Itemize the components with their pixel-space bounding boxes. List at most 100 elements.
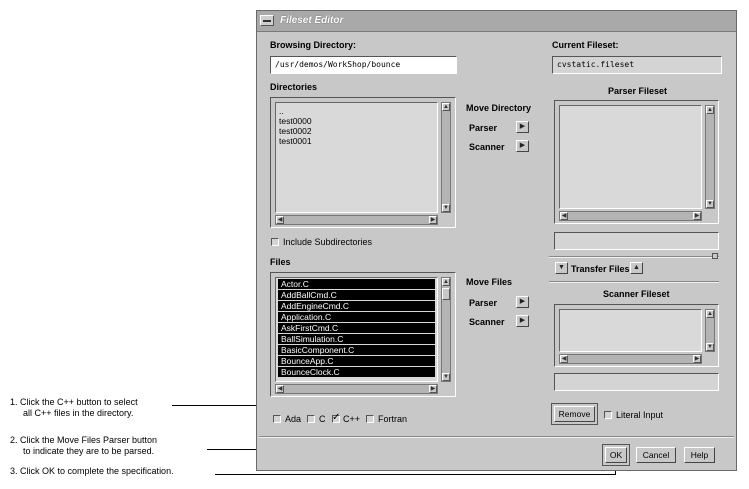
- transfer-up-button[interactable]: ▲: [630, 262, 643, 274]
- current-fileset-field[interactable]: cvstatic.fileset: [552, 56, 722, 74]
- scroll-right-icon[interactable]: ▶: [693, 355, 701, 363]
- cancel-button[interactable]: Cancel: [636, 447, 676, 463]
- scroll-down-icon[interactable]: ▼: [706, 343, 714, 351]
- parser-fileset-list[interactable]: ▲ ▼ ◀ ▶: [554, 100, 719, 224]
- arrow-right-icon: ▶: [519, 298, 526, 305]
- include-subdirectories-checkbox[interactable]: [271, 238, 279, 246]
- move-directory-scanner-button[interactable]: ▶: [516, 140, 529, 152]
- parser-fileset-vscroll[interactable]: ▲ ▼: [705, 105, 715, 209]
- current-fileset-label: Current Fileset:: [552, 40, 619, 50]
- fortran-label: Fortran: [378, 414, 408, 424]
- callout-1-line-2: all C++ files in the directory.: [23, 408, 134, 418]
- move-directory-parser-button[interactable]: ▶: [516, 121, 529, 133]
- window-title: Fileset Editor: [280, 15, 344, 26]
- fileset-editor-window: Fileset Editor Browsing Directory: /usr/…: [256, 10, 737, 471]
- scroll-up-icon[interactable]: ▲: [442, 278, 450, 286]
- arrow-down-icon: ▼: [558, 264, 565, 271]
- scroll-down-icon[interactable]: ▼: [442, 373, 450, 381]
- scanner-fileset-list[interactable]: ▲ ▼ ◀ ▶: [554, 304, 719, 367]
- callout-2-line-1: 2. Click the Move Files Parser button: [10, 435, 158, 445]
- file-item[interactable]: AddBallCmd.C: [278, 290, 435, 300]
- file-item[interactable]: Actor.C: [278, 279, 435, 289]
- cpp-checkbox[interactable]: [332, 412, 340, 423]
- literal-input-checkbox[interactable]: [604, 411, 612, 419]
- directories-list[interactable]: .. test0000 test0002 test0001 ▲ ▼ ◀ ▶: [270, 97, 456, 228]
- callout-2: 2. Click the Move Files Parser button to…: [10, 435, 157, 457]
- transfer-down-button[interactable]: ▼: [555, 262, 568, 274]
- directories-label: Directories: [270, 82, 318, 92]
- help-button[interactable]: Help: [684, 447, 715, 463]
- move-directory-scanner-label: Scanner: [469, 142, 505, 152]
- ok-button[interactable]: OK: [605, 447, 627, 463]
- include-subdirectories-label: Include Subdirectories: [283, 237, 373, 247]
- literal-input-label: Literal Input: [616, 410, 664, 420]
- browsing-directory-field[interactable]: /usr/demos/WorkShop/bounce: [270, 56, 457, 74]
- sash-handle-icon[interactable]: [712, 253, 718, 259]
- files-hscroll[interactable]: ◀ ▶: [275, 384, 438, 394]
- pane-sash[interactable]: [549, 256, 719, 258]
- c-label: C: [319, 414, 326, 424]
- move-directory-label: Move Directory: [466, 103, 532, 113]
- parser-fileset-hscroll[interactable]: ◀ ▶: [559, 211, 702, 221]
- files-scroll-thumb[interactable]: [442, 288, 450, 300]
- browsing-directory-label: Browsing Directory:: [270, 40, 357, 50]
- files-list[interactable]: Actor.C AddBallCmd.C AddEngineCmd.C Appl…: [270, 272, 456, 397]
- callout-3-line-1: 3. Click OK to complete the specificatio…: [10, 466, 174, 476]
- scroll-left-icon[interactable]: ◀: [276, 385, 284, 393]
- scroll-down-icon[interactable]: ▼: [706, 200, 714, 208]
- move-files-parser-label: Parser: [469, 298, 498, 308]
- files-label: Files: [270, 257, 291, 267]
- directory-item[interactable]: test0002: [276, 126, 437, 136]
- ada-label: Ada: [285, 414, 302, 424]
- scroll-up-icon[interactable]: ▲: [706, 310, 714, 318]
- file-item[interactable]: BallSimulation.C: [278, 334, 435, 344]
- scroll-right-icon[interactable]: ▶: [429, 216, 437, 224]
- scanner-fileset-list-area: [559, 309, 702, 352]
- scroll-right-icon[interactable]: ▶: [693, 212, 701, 220]
- scroll-left-icon[interactable]: ◀: [560, 212, 568, 220]
- directory-item[interactable]: test0000: [276, 116, 437, 126]
- scanner-fileset-label: Scanner Fileset: [603, 289, 670, 299]
- scroll-down-icon[interactable]: ▼: [442, 204, 450, 212]
- leader-line-3: [215, 474, 616, 475]
- scroll-left-icon[interactable]: ◀: [560, 355, 568, 363]
- file-item[interactable]: AskFirstCmd.C: [278, 323, 435, 333]
- window-menu-icon[interactable]: [260, 15, 274, 26]
- scroll-up-icon[interactable]: ▲: [706, 106, 714, 114]
- scanner-fileset-vscroll[interactable]: ▲ ▼: [705, 309, 715, 352]
- arrow-up-icon: ▲: [633, 264, 640, 271]
- file-item[interactable]: AddEngineCmd.C: [278, 301, 435, 311]
- callout-2-line-2: to indicate they are to be parsed.: [23, 446, 155, 456]
- file-item[interactable]: Application.C: [278, 312, 435, 322]
- transfer-separator: [549, 281, 719, 283]
- title-bar[interactable]: Fileset Editor: [257, 11, 736, 32]
- remove-button[interactable]: Remove: [554, 406, 595, 422]
- scroll-left-icon[interactable]: ◀: [276, 216, 284, 224]
- arrow-right-icon: ▶: [519, 142, 526, 149]
- scroll-up-icon[interactable]: ▲: [442, 103, 450, 111]
- parser-fileset-label: Parser Fileset: [608, 86, 668, 96]
- files-vscroll[interactable]: ▲ ▼: [441, 277, 451, 382]
- scanner-fileset-hscroll[interactable]: ◀ ▶: [559, 354, 702, 364]
- directory-item[interactable]: ..: [276, 106, 437, 116]
- file-item[interactable]: BounceClock.C: [278, 367, 435, 377]
- directories-hscroll[interactable]: ◀ ▶: [275, 215, 438, 225]
- move-directory-parser-label: Parser: [469, 123, 498, 133]
- ada-checkbox[interactable]: [273, 415, 281, 423]
- file-item[interactable]: BasicComponent.C: [278, 345, 435, 355]
- scroll-right-icon[interactable]: ▶: [429, 385, 437, 393]
- callout-3: 3. Click OK to complete the specificatio…: [10, 466, 174, 477]
- c-checkbox[interactable]: [307, 415, 315, 423]
- file-item[interactable]: BounceApp.C: [278, 356, 435, 366]
- callout-1: 1. Click the C++ button to select all C+…: [10, 397, 138, 419]
- move-files-scanner-button[interactable]: ▶: [516, 315, 529, 327]
- transfer-files-label: Transfer Files: [571, 264, 630, 274]
- move-files-parser-button[interactable]: ▶: [516, 296, 529, 308]
- scanner-fileset-input[interactable]: [554, 373, 719, 391]
- move-files-scanner-label: Scanner: [469, 317, 505, 327]
- directories-vscroll[interactable]: ▲ ▼: [441, 102, 451, 213]
- parser-fileset-input[interactable]: [554, 232, 719, 250]
- directory-item[interactable]: test0001: [276, 136, 437, 146]
- fortran-checkbox[interactable]: [366, 415, 374, 423]
- callout-1-line-1: 1. Click the C++ button to select: [10, 397, 138, 407]
